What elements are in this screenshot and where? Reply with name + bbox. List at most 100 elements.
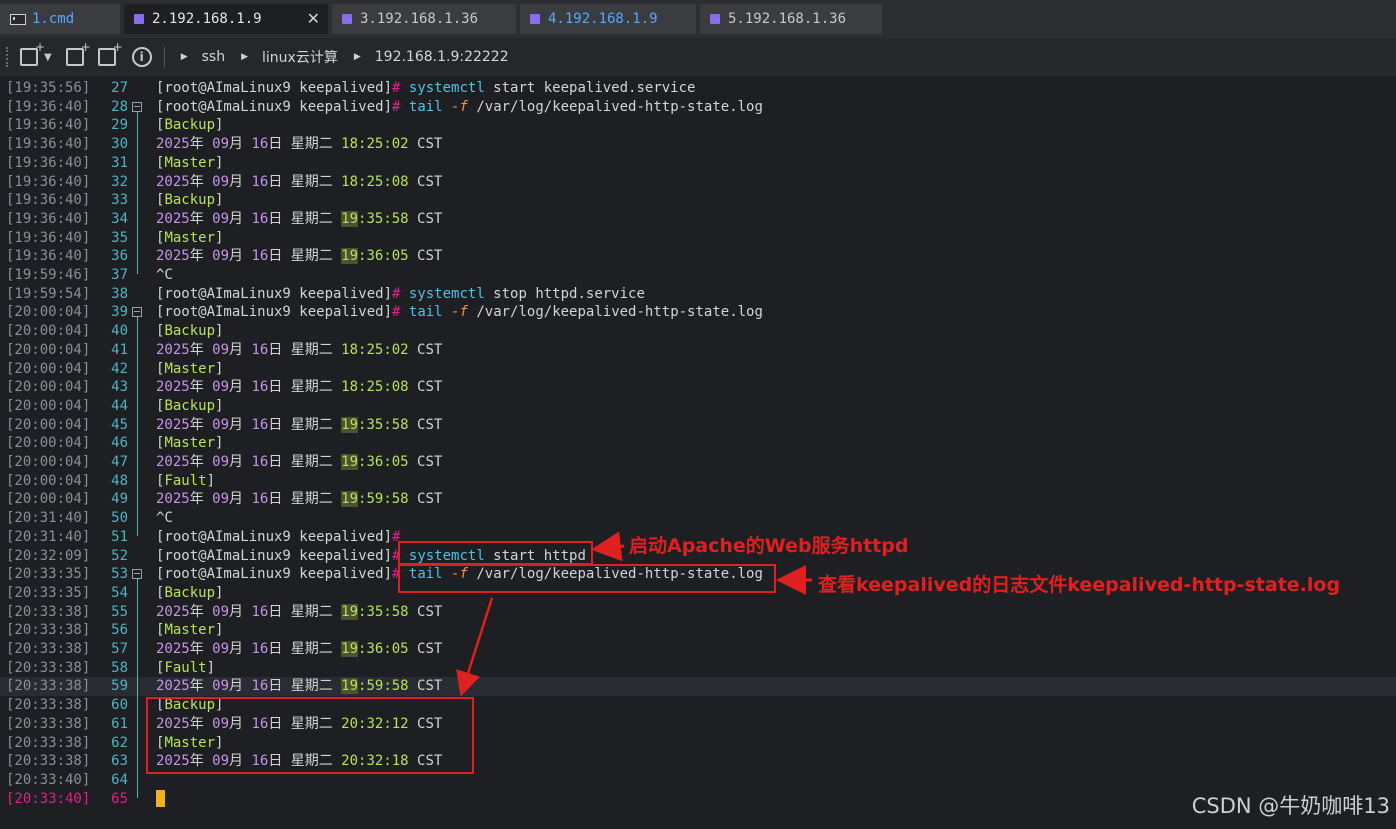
line-timestamp: [20:00:04]: [6, 416, 91, 433]
breadcrumb-host[interactable]: 192.168.1.9:22222: [375, 49, 509, 65]
line-timestamp: [20:33:40]: [6, 771, 91, 788]
terminal-line: [20:00:04] 41 2025年 09月 16日 星期二 18:25:02 C…: [0, 341, 1396, 360]
new-tab-icon[interactable]: [20, 40, 45, 66]
watermark: CSDN @牛奶咖啡13: [1191, 794, 1390, 818]
line-number: 32: [111, 173, 128, 190]
tab-4-ssh[interactable]: 4.192.168.1.9: [520, 4, 696, 34]
line-timestamp: [20:33:38]: [6, 641, 91, 657]
line-content: 2025年 09月 16日 星期二 18:25:02 CST: [156, 136, 443, 153]
tab-1-cmd[interactable]: 1.cmd: [0, 4, 120, 34]
breadcrumb-group[interactable]: linux云计算: [262, 47, 338, 67]
line-content: [Fault]: [156, 472, 216, 489]
line-number: 58: [111, 659, 128, 676]
line-timestamp: [20:00:04]: [6, 397, 91, 414]
line-timestamp: [20:00:04]: [6, 341, 91, 358]
line-number: 29: [111, 117, 128, 134]
line-number: 39: [111, 304, 128, 321]
line-timestamp: [20:00:04]: [6, 454, 91, 470]
terminal-line: [19:36:40] 35 [Master]: [0, 229, 1396, 248]
line-timestamp: [20:33:38]: [6, 603, 91, 620]
line-number: 62: [111, 734, 128, 751]
split-pane-icon[interactable]: [65, 40, 91, 66]
close-icon[interactable]: ✕: [307, 9, 320, 28]
terminal-line: [20:33:38] 55 2025年 09月 16日 星期二 19:35:58 C…: [0, 603, 1396, 622]
line-content: [Master]: [156, 622, 224, 639]
line-number: 33: [111, 192, 128, 209]
tab-3-ssh[interactable]: 3.192.168.1.36: [332, 4, 516, 34]
terminal-line: [19:35:56] 27 [root@AImaLinux9 keepalived]…: [0, 79, 1396, 98]
toolbar-grip[interactable]: [6, 47, 8, 67]
terminal-icon: [710, 14, 720, 24]
line-number: 61: [111, 715, 128, 732]
line-timestamp: [19:59:46]: [6, 267, 91, 283]
terminal-line: [20:00:04] 47 2025年 09月 16日 星期二 19:36:05 C…: [0, 453, 1396, 472]
fold-guide-line: [137, 111, 138, 274]
line-content: [root@AImaLinux9 keepalived]# tail -f /v…: [156, 98, 763, 115]
tab-label: 3.192.168.1.36: [360, 11, 479, 27]
annotation-box-new-states: [146, 697, 474, 774]
breadcrumb-arrow-icon: ▶: [353, 52, 361, 62]
line-timestamp: [20:33:38]: [6, 659, 91, 676]
line-number: 51: [111, 528, 128, 545]
fold-collapse-icon[interactable]: [132, 569, 142, 580]
chevron-down-icon[interactable]: ▼: [44, 52, 52, 63]
line-content: [Master]: [156, 435, 224, 452]
fold-collapse-icon[interactable]: [132, 307, 142, 318]
line-number: 27: [111, 80, 128, 96]
terminal-line: [19:36:40] 28 [root@AImaLinux9 keepalived]…: [0, 98, 1396, 117]
line-timestamp: [20:33:40]: [6, 790, 91, 807]
line-number: 55: [111, 603, 128, 620]
line-content: 2025年 09月 16日 星期二 19:36:05 CST: [156, 641, 443, 657]
line-number: 53: [111, 566, 128, 583]
line-number: 48: [111, 472, 128, 489]
line-content: ^C: [156, 510, 173, 527]
terminal-icon: [530, 14, 540, 24]
line-timestamp: [20:00:04]: [6, 435, 91, 452]
toolbar-divider: [163, 47, 165, 67]
line-timestamp: [20:31:40]: [6, 510, 91, 527]
line-number: 40: [111, 323, 128, 340]
terminal-line: [19:36:40] 29 [Backup]: [0, 116, 1396, 135]
line-content: 2025年 09月 16日 星期二 19:35:58 CST: [156, 603, 443, 620]
fold-collapse-icon[interactable]: [132, 101, 142, 112]
tab-label: 1.cmd: [32, 11, 75, 27]
terminal-line: [19:36:40] 33 [Backup]: [0, 191, 1396, 210]
terminal-line: [20:00:04] 39 [root@AImaLinux9 keepalived]…: [0, 303, 1396, 322]
line-timestamp: [20:33:38]: [6, 697, 91, 714]
info-icon[interactable]: i: [131, 47, 152, 67]
annotation-box-start-httpd: [398, 541, 593, 565]
tab-5-ssh[interactable]: 5.192.168.1.36: [700, 4, 882, 34]
line-timestamp: [20:00:04]: [6, 472, 91, 489]
terminal-line: [20:31:40] 50 ^C: [0, 509, 1396, 528]
tab-label: 5.192.168.1.36: [728, 11, 847, 27]
line-timestamp: [20:33:35]: [6, 566, 91, 583]
line-content: [Backup]: [156, 117, 224, 134]
line-number: 56: [111, 622, 128, 639]
text-cursor: [156, 789, 165, 807]
breadcrumb-arrow-icon: ▶: [241, 52, 249, 62]
line-number: 41: [111, 341, 128, 358]
annotation-view-log: 查看keepalived的日志文件keepalived-http-state.l…: [818, 574, 1341, 596]
breadcrumb-ssh[interactable]: ssh: [202, 49, 225, 65]
line-number: 42: [111, 360, 128, 377]
line-number: 36: [111, 248, 128, 265]
line-content: 2025年 09月 16日 星期二 18:25:08 CST: [156, 379, 443, 396]
line-number: 57: [111, 641, 128, 657]
terminal-line: [20:00:04] 44 [Backup]: [0, 397, 1396, 416]
line-timestamp: [20:33:38]: [6, 734, 91, 751]
line-content: 2025年 09月 16日 星期二 19:36:05 CST: [156, 454, 443, 470]
line-timestamp: [20:33:38]: [6, 753, 91, 770]
line-content: [Backup]: [156, 192, 224, 209]
terminal-line: [20:33:38] 59 2025年 09月 16日 星期二 19:59:58 C…: [0, 677, 1396, 697]
terminal-line: [20:33:38] 56 [Master]: [0, 621, 1396, 640]
line-number: 65: [111, 790, 128, 807]
line-number: 37: [111, 267, 128, 283]
line-content: 2025年 09月 16日 星期二 18:25:08 CST: [156, 173, 443, 190]
line-timestamp: [19:59:54]: [6, 285, 91, 302]
line-timestamp: [20:33:38]: [6, 622, 91, 639]
annotation-box-tail-command: [398, 564, 776, 593]
tab-2-ssh[interactable]: 2.192.168.1.9 ✕: [124, 4, 328, 34]
line-number: 44: [111, 397, 128, 414]
line-timestamp: [20:33:38]: [6, 715, 91, 732]
duplicate-tab-icon[interactable]: [97, 40, 123, 66]
